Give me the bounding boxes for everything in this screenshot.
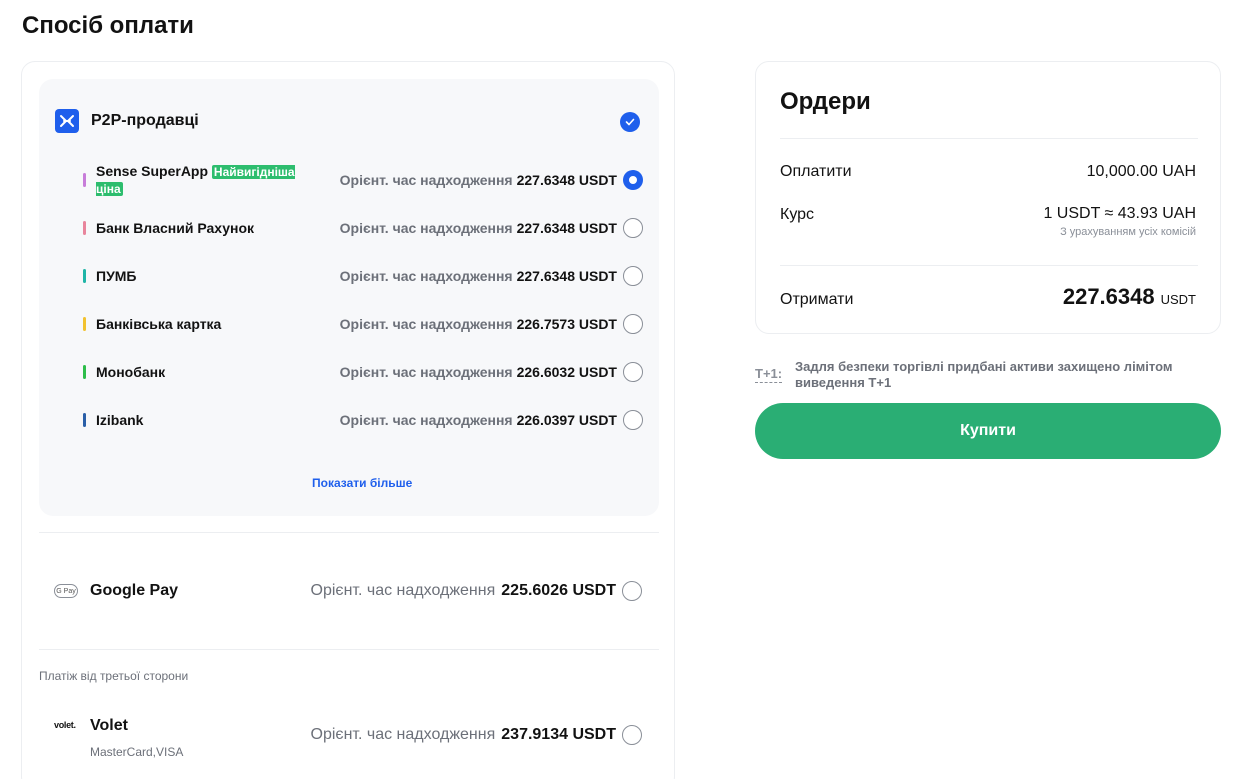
seller-name: ПУМБ xyxy=(96,268,137,284)
volet-logo-icon: volet. xyxy=(54,720,76,730)
payment-method-google-pay[interactable]: G Pay Google Pay Орієнт. час надходження… xyxy=(54,581,642,601)
seller-amount: 227.6348 USDT xyxy=(516,220,617,236)
payment-method-volet[interactable]: Орієнт. час надходження 237.9134 USDT xyxy=(292,725,642,745)
p2p-section: P2P-продавці Sense SuperApp Найвигідніша… xyxy=(39,79,659,516)
payment-methods-card: P2P-продавці Sense SuperApp Найвигідніша… xyxy=(21,61,675,779)
rate-note: З урахуванням усіх комісій xyxy=(1060,226,1196,238)
seller-color-bar xyxy=(83,221,86,235)
method-name[interactable]: Volet xyxy=(90,717,128,735)
t1-badge[interactable]: T+1: xyxy=(755,366,783,383)
buy-button[interactable]: Купити xyxy=(755,403,1221,459)
pay-value: 10,000.00 UAH xyxy=(1086,163,1196,180)
third-party-label: Платіж від третьої сторони xyxy=(39,669,189,683)
seller-row-monobank[interactable]: Монобанк Орієнт. час надходження 226.603… xyxy=(83,357,643,387)
section-divider xyxy=(39,532,659,533)
seller-row-bank-vlasnyi[interactable]: Банк Власний Рахунок Орієнт. час надходж… xyxy=(83,213,643,243)
receive-amount: 227.6348 USDT xyxy=(1063,284,1196,310)
orders-divider xyxy=(780,265,1198,266)
seller-radio[interactable] xyxy=(623,266,643,286)
receive-amount-value: 227.6348 xyxy=(1062,284,1155,309)
eta-label: Орієнт. час надходження xyxy=(310,582,496,599)
eta-label: Орієнт. час надходження xyxy=(339,268,513,284)
seller-amount: 226.7573 USDT xyxy=(516,316,617,332)
section-divider xyxy=(39,649,659,650)
eta-label: Орієнт. час надходження xyxy=(339,220,513,236)
seller-name: Банківська картка xyxy=(96,316,222,332)
seller-row-sense-superapp[interactable]: Sense SuperApp Найвигідніша ціна Орієнт.… xyxy=(83,163,643,196)
seller-color-bar xyxy=(83,173,86,187)
seller-amount: 226.0397 USDT xyxy=(516,412,617,428)
seller-color-bar xyxy=(83,317,86,331)
p2p-header[interactable]: P2P-продавці xyxy=(55,109,199,133)
google-pay-icon: G Pay xyxy=(54,584,78,598)
seller-name: Izibank xyxy=(96,412,144,428)
eta-label: Орієнт. час надходження xyxy=(339,364,513,380)
seller-radio[interactable] xyxy=(623,218,643,238)
seller-row-bank-card[interactable]: Банківська картка Орієнт. час надходженн… xyxy=(83,309,643,339)
seller-amount: 226.6032 USDT xyxy=(516,364,617,380)
method-radio[interactable] xyxy=(622,725,642,745)
rate-value: 1 USDT ≈ 43.93 UAH xyxy=(1043,205,1196,222)
t1-notice-text: Задля безпеки торгівлі придбані активи з… xyxy=(795,359,1173,390)
receive-amount-unit: USDT xyxy=(1160,292,1196,307)
p2p-selected-check-icon[interactable] xyxy=(620,112,640,132)
eta-label: Орієнт. час надходження xyxy=(339,316,513,332)
method-amount: 225.6026 USDT xyxy=(501,582,616,599)
seller-row-izibank[interactable]: Izibank Орієнт. час надходження 226.0397… xyxy=(83,405,643,435)
eta-label: Орієнт. час надходження xyxy=(339,412,513,428)
seller-radio[interactable] xyxy=(623,314,643,334)
method-subtitle: MasterCard,VISA xyxy=(90,745,184,759)
seller-row-pumb[interactable]: ПУМБ Орієнт. час надходження 227.6348 US… xyxy=(83,261,643,291)
method-name: Google Pay xyxy=(90,582,179,599)
pay-label: Оплатити xyxy=(780,163,852,180)
method-radio[interactable] xyxy=(622,581,642,601)
seller-color-bar xyxy=(83,365,86,379)
seller-radio-selected[interactable] xyxy=(623,170,643,190)
seller-radio[interactable] xyxy=(623,410,643,430)
seller-name: Sense SuperApp Найвигідніша ціна xyxy=(96,163,295,196)
seller-name: Банк Власний Рахунок xyxy=(96,220,255,236)
show-more-link[interactable]: Показати більше xyxy=(312,476,412,490)
orders-title: Ордери xyxy=(780,88,871,115)
seller-name: Монобанк xyxy=(96,364,166,380)
seller-radio[interactable] xyxy=(623,362,643,382)
p2p-title: P2P-продавці xyxy=(91,112,199,129)
orders-divider xyxy=(780,138,1198,139)
rate-label: Курс xyxy=(780,206,815,223)
seller-amount: 227.6348 USDT xyxy=(516,268,617,284)
seller-color-bar xyxy=(83,413,86,427)
eta-label: Орієнт. час надходження xyxy=(339,172,513,188)
page-title: Спосіб оплати xyxy=(22,12,194,39)
receive-label: Отримати xyxy=(780,291,854,308)
p2p-swap-icon xyxy=(55,109,79,133)
seller-color-bar xyxy=(83,269,86,283)
seller-amount: 227.6348 USDT xyxy=(516,172,617,188)
method-amount: 237.9134 USDT xyxy=(501,726,616,743)
orders-card: Ордери Оплатити 10,000.00 UAH Курс 1 USD… xyxy=(755,61,1221,334)
eta-label: Орієнт. час надходження xyxy=(310,726,496,743)
